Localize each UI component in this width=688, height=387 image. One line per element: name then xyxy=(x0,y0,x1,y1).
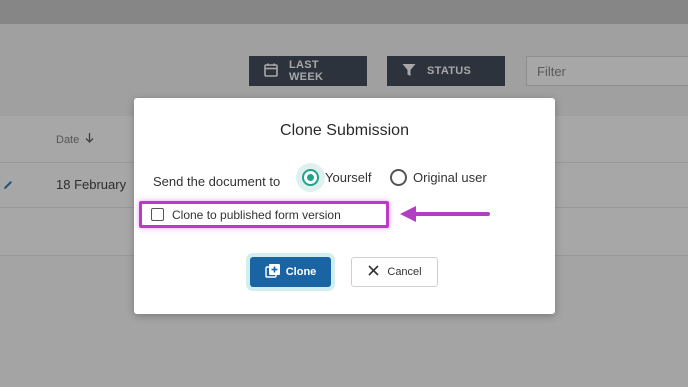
radio-yourself-label: Yourself xyxy=(325,170,372,185)
cancel-button-label: Cancel xyxy=(387,266,422,278)
send-to-label: Send the document to xyxy=(153,174,281,189)
cancel-button[interactable]: Cancel xyxy=(351,257,438,287)
radio-original-user[interactable]: Original user xyxy=(390,169,487,186)
clone-copy-icon xyxy=(265,263,281,282)
annotation-arrow-icon xyxy=(400,206,490,222)
radio-button-unchecked[interactable] xyxy=(390,169,407,186)
close-icon xyxy=(367,264,380,280)
clone-published-checkbox[interactable] xyxy=(151,208,164,221)
clone-button[interactable]: Clone xyxy=(250,257,331,287)
clone-submission-dialog: Clone Submission Send the document to Yo… xyxy=(134,98,555,314)
clone-published-label: Clone to published form version xyxy=(172,207,341,222)
radio-button-checked[interactable] xyxy=(302,169,319,186)
clone-button-label: Clone xyxy=(285,266,317,278)
dialog-title: Clone Submission xyxy=(280,122,409,139)
radio-yourself[interactable]: Yourself xyxy=(302,169,372,186)
clone-published-checkbox-row[interactable]: Clone to published form version xyxy=(139,201,389,228)
radio-original-user-label: Original user xyxy=(413,170,487,185)
